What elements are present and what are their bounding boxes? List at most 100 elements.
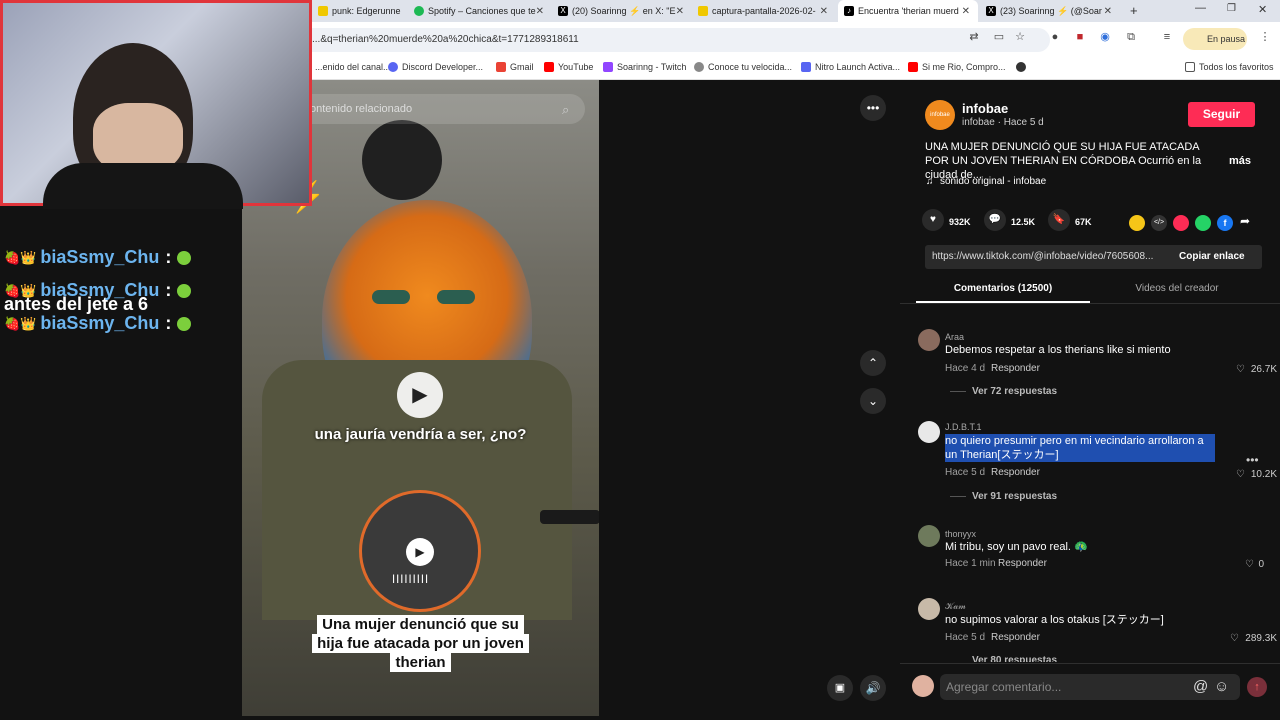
more-options-icon[interactable]: ••• [860, 95, 886, 121]
twitch-icon [603, 62, 613, 72]
play-sound-icon[interactable]: ▶ [406, 538, 434, 566]
view-replies-button[interactable]: Ver 72 respuestas [972, 386, 1057, 397]
reply-button[interactable]: Responder [991, 632, 1040, 643]
video-subtitle: una jauría vendría a ser, ¿no? [314, 426, 527, 443]
mask-eye [437, 290, 475, 304]
account-name[interactable]: infobae [962, 101, 1008, 116]
replies-divider [950, 391, 966, 392]
comment-text: Debemos respetar a los therians like si … [945, 344, 1171, 356]
share-icon[interactable]: ➦ [1240, 214, 1250, 228]
bookmark-item[interactable]: YouTube [544, 62, 593, 72]
tab-comments[interactable]: Comentarios (12500) [916, 283, 1090, 294]
comment-username[interactable]: thonyyx [945, 529, 976, 539]
captions-icon[interactable]: ▣ [827, 675, 853, 701]
mention-icon[interactable]: @ [1193, 678, 1208, 695]
copy-link-button[interactable]: Copiar enlace [1179, 251, 1245, 262]
bookmark-item[interactable]: ...enido del canal... [315, 62, 391, 72]
close-tab-icon[interactable]: ✕ [962, 6, 970, 17]
browser-tab-active[interactable]: ♪ Encuentra 'therian muerd ✕ [838, 0, 978, 22]
follow-button[interactable]: Seguir [1188, 102, 1255, 127]
emoji-icon[interactable]: ☺ [1214, 678, 1229, 695]
save-icon[interactable]: 🔖 [1048, 209, 1070, 231]
avatar[interactable] [918, 329, 940, 351]
avatar[interactable] [918, 421, 940, 443]
restore-icon[interactable]: ❐ [1227, 3, 1236, 14]
extension-icon[interactable]: ■ [1073, 30, 1087, 44]
github-icon [1016, 62, 1026, 72]
bookmark-item[interactable]: Soarinng - Twitch [603, 62, 686, 72]
avatar[interactable] [912, 675, 934, 697]
extensions-puzzle-icon[interactable]: ⧉ [1124, 30, 1138, 44]
reply-button[interactable]: Responder [998, 558, 1047, 569]
browser-tab[interactable]: X (20) Soarinng ⚡ en X: "E ✕ [552, 0, 692, 22]
chat-line: 🍓👑 biaSsmy_Chu: [4, 280, 192, 301]
close-tab-icon[interactable]: ✕ [820, 6, 828, 17]
extension-icon[interactable]: ● [1048, 30, 1062, 44]
embed-icon[interactable]: </> [1151, 215, 1167, 231]
close-tab-icon[interactable]: ✕ [676, 6, 684, 17]
bookmark-item[interactable] [1016, 62, 1030, 72]
tab-favicon-icon [698, 6, 708, 16]
sound-link[interactable]: sonido original - infobae [940, 176, 1046, 187]
comment-username[interactable]: J.D.B.T.1 [945, 422, 982, 432]
browser-tab[interactable]: punk: Edgerunne [312, 0, 408, 22]
x-logo-icon: X [558, 6, 568, 16]
volume-icon[interactable]: 🔊 [860, 675, 886, 701]
avatar[interactable] [918, 525, 940, 547]
heart-icon[interactable]: ♡ [1236, 364, 1245, 375]
reply-button[interactable]: Responder [991, 363, 1040, 374]
tab-creator-videos[interactable]: Videos del creador [1090, 283, 1264, 294]
extension-icon[interactable]: ◉ [1098, 30, 1112, 44]
browser-tab[interactable]: X (23) Soarinng ⚡ (@Soar ✕ [980, 0, 1120, 22]
browser-tab[interactable]: Spotify – Canciones que te ✕ [408, 0, 552, 22]
comment-time: Hace 1 min [945, 558, 996, 569]
chat-line: 🍓👑 biaSsmy_Chu: [4, 313, 192, 334]
view-replies-button[interactable]: Ver 91 respuestas [972, 491, 1057, 502]
whatsapp-icon[interactable] [1195, 215, 1211, 231]
like-icon[interactable]: ♥ [922, 209, 944, 231]
menu-kebab-icon[interactable]: ⋮ [1258, 30, 1272, 44]
close-tab-icon[interactable]: ✕ [536, 6, 544, 17]
bookmark-item[interactable]: Conoce tu velocida... [694, 62, 792, 72]
previous-video-icon[interactable]: ⌃ [860, 350, 886, 376]
bookmark-star-icon[interactable]: ☆ [1013, 30, 1027, 44]
reply-button[interactable]: Responder [991, 467, 1040, 478]
close-window-icon[interactable]: ✕ [1258, 3, 1267, 16]
translate-icon[interactable]: ⇄ [967, 30, 981, 44]
browser-tab[interactable]: captura-pantalla-2026-02- ✕ [692, 0, 836, 22]
chat-badges-icon: 🍓👑 [4, 282, 37, 298]
url-input[interactable]: ...&q=therian%20muerde%20a%20chica&t=177… [300, 28, 1050, 52]
save-count: 67K [1075, 217, 1092, 227]
bookmark-item[interactable]: Si me Rio, Compro... [908, 62, 1006, 72]
bookmark-item[interactable]: Nitro Launch Activa... [801, 62, 900, 72]
bookmark-item[interactable]: Gmail [496, 62, 534, 72]
more-link[interactable]: más [1229, 155, 1251, 167]
bookmark-item[interactable]: Discord Developer... [388, 62, 483, 72]
cast-icon[interactable]: ▭ [992, 30, 1006, 44]
view-replies-button[interactable]: Ver 80 respuestas [972, 655, 1057, 662]
comment-username[interactable]: Araa [945, 332, 964, 342]
comment-options-icon[interactable]: ••• [1246, 453, 1259, 467]
send-icon[interactable] [1173, 215, 1189, 231]
comment-username[interactable]: 𝒦𝒶𝓂 [945, 601, 966, 612]
facebook-icon[interactable]: f [1217, 215, 1233, 231]
avatar[interactable] [918, 598, 940, 620]
comment-icon[interactable]: 💬 [984, 209, 1006, 231]
minimize-icon[interactable]: — [1195, 2, 1206, 14]
coin-icon[interactable] [1129, 215, 1145, 231]
all-bookmarks[interactable]: Todos los favoritos [1185, 62, 1274, 72]
heart-icon[interactable]: ♡ [1236, 469, 1245, 480]
profile-pause-button[interactable]: En pausa [1183, 28, 1247, 50]
infobae-avatar[interactable]: infobae [925, 100, 955, 130]
next-video-icon[interactable]: ⌄ [860, 388, 886, 414]
youtube-icon [544, 62, 554, 72]
new-tab-icon[interactable]: + [1130, 3, 1138, 18]
video-link[interactable]: https://www.tiktok.com/@infobae/video/76… [932, 251, 1167, 262]
comment-text: Mi tribu, soy un pavo real. 🦚 [945, 541, 1088, 553]
search-icon[interactable]: ⌕ [562, 102, 569, 118]
reading-list-icon[interactable]: ≡ [1160, 30, 1174, 44]
chat-badges-icon: 🍓👑 [4, 315, 37, 331]
send-comment-icon[interactable]: ↑ [1247, 677, 1267, 697]
play-icon[interactable]: ▶ [397, 372, 443, 418]
close-tab-icon[interactable]: ✕ [1104, 6, 1112, 17]
